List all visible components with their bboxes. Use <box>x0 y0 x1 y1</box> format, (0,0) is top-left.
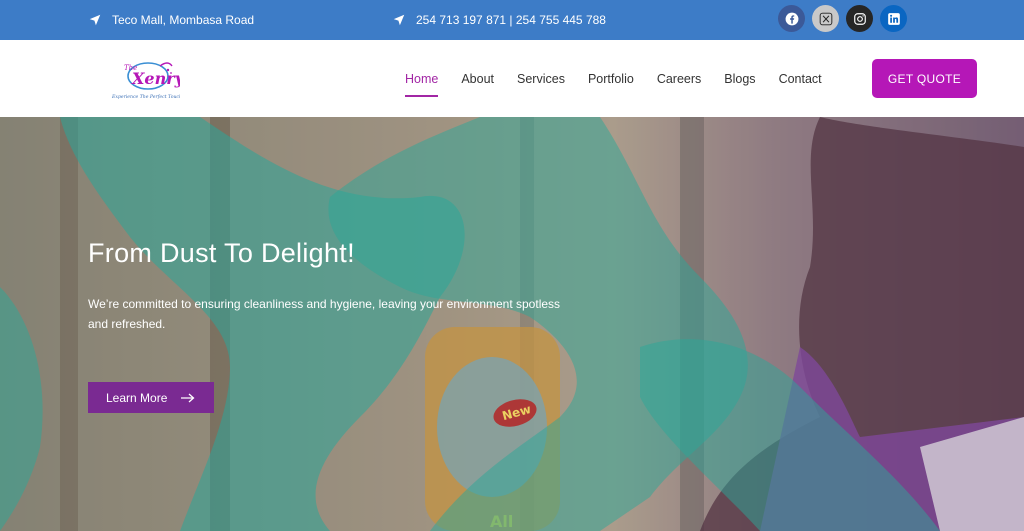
hero-title: From Dust To Delight! <box>88 238 355 268</box>
svg-text:Xenry: Xenry <box>131 69 180 88</box>
nav-blogs[interactable]: Blogs <box>724 40 755 117</box>
facebook-link[interactable] <box>778 5 805 32</box>
facebook-icon <box>785 12 798 25</box>
nav-home[interactable]: Home <box>405 40 439 117</box>
linkedin-icon <box>887 12 900 25</box>
nav-services[interactable]: Services <box>517 40 565 117</box>
get-quote-button[interactable]: GET QUOTE <box>872 59 977 98</box>
nav-contact[interactable]: Contact <box>779 40 822 117</box>
location-arrow-icon <box>89 14 101 26</box>
learn-more-button[interactable]: Learn More <box>88 382 214 413</box>
top-info-bar: Teco Mall, Mombasa Road 254 713 197 871 … <box>0 0 1024 40</box>
linkedin-link[interactable] <box>880 5 907 32</box>
nav-careers[interactable]: Careers <box>657 40 701 117</box>
nav-about[interactable]: About <box>461 40 494 117</box>
svg-text:Experience The Perfect Touch: Experience The Perfect Touch <box>111 94 180 100</box>
main-nav: Home About Services Portfolio Careers Bl… <box>405 40 845 117</box>
instagram-link[interactable] <box>846 5 873 32</box>
xenry-logo[interactable]: The Xenry Experience The Perfect Touch <box>110 58 186 102</box>
x-link[interactable] <box>812 5 839 32</box>
phone-info: 254 713 197 871 | 254 755 445 788 <box>392 0 606 40</box>
x-icon <box>819 12 832 25</box>
address-info: Teco Mall, Mombasa Road <box>88 0 254 40</box>
arrow-right-icon <box>181 393 195 402</box>
hero-section: New All From Dust To Delight! We’re comm… <box>0 117 1024 531</box>
phone-text[interactable]: 254 713 197 871 | 254 755 445 788 <box>416 13 606 27</box>
instagram-icon <box>853 12 866 25</box>
main-header: The Xenry Experience The Perfect Touch H… <box>0 40 1024 117</box>
social-links <box>778 5 907 32</box>
learn-more-label: Learn More <box>106 390 168 405</box>
nav-portfolio[interactable]: Portfolio <box>588 40 634 117</box>
hero-description: We’re committed to ensuring cleanliness … <box>88 297 561 331</box>
logo-graphic: The Xenry Experience The Perfect Touch <box>111 62 186 100</box>
address-text: Teco Mall, Mombasa Road <box>112 13 255 27</box>
location-arrow-icon <box>393 14 405 26</box>
